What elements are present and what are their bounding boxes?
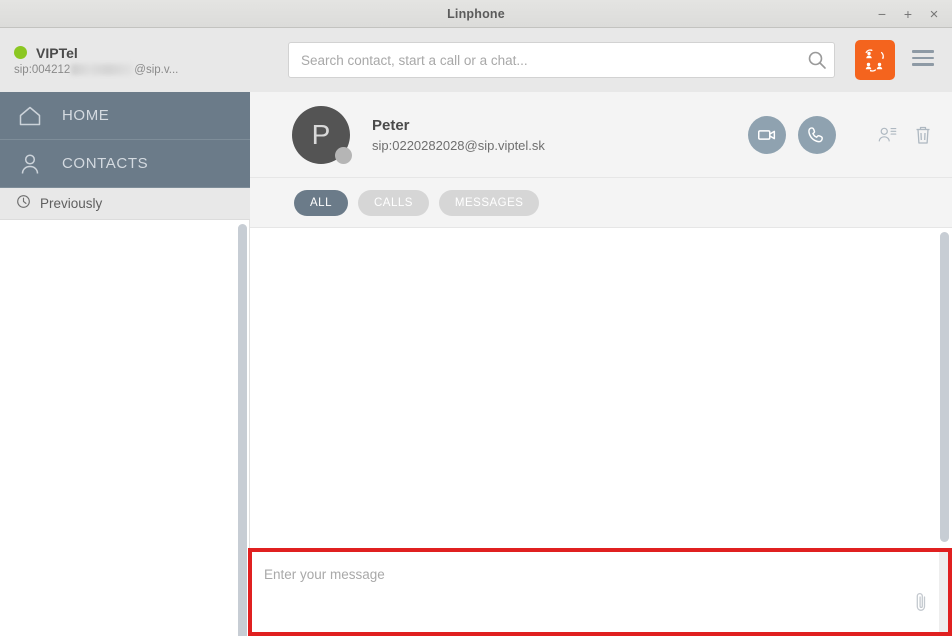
sidebar-item-label: HOME xyxy=(62,107,110,124)
contact-sip-address: sip:0220282028@sip.viptel.sk xyxy=(372,137,545,153)
avatar: P xyxy=(292,105,352,164)
window-title: Linphone xyxy=(447,6,505,21)
filter-tabs: ALL CALLS MESSAGES xyxy=(250,178,952,228)
attach-file-icon[interactable] xyxy=(912,590,930,614)
sidebar-item-label: CONTACTS xyxy=(62,155,149,172)
status-dot-icon xyxy=(14,46,27,59)
close-button[interactable]: × xyxy=(922,2,946,26)
conference-button[interactable] xyxy=(855,40,895,80)
menu-line xyxy=(912,50,934,53)
window-controls: − + × xyxy=(870,0,946,28)
previously-list xyxy=(0,220,250,636)
message-input[interactable] xyxy=(252,552,948,632)
sidebar: HOME CONTACTS Previously xyxy=(0,92,250,636)
contact-header: P Peter sip:0220282028@sip.viptel.sk xyxy=(250,92,952,178)
person-icon xyxy=(16,150,44,178)
tab-messages[interactable]: MESSAGES xyxy=(438,189,540,216)
account-sip-prefix: sip:004212 xyxy=(14,63,71,76)
chat-scrollbar-thumb[interactable] xyxy=(940,232,949,542)
linphone-window: Linphone − + × VIPTel sip:004212 @sip.v..… xyxy=(0,0,952,636)
call-actions xyxy=(748,115,934,154)
secondary-actions xyxy=(876,123,934,147)
sidebar-scrollbar-thumb[interactable] xyxy=(238,224,247,636)
account-sip-suffix: @sip.v... xyxy=(134,63,179,76)
menu-line xyxy=(912,56,934,60)
account-name: VIPTel xyxy=(36,44,78,61)
chat-history xyxy=(250,228,952,546)
account-panel[interactable]: VIPTel sip:004212 @sip.v... xyxy=(0,28,250,92)
search-bar[interactable] xyxy=(288,42,835,78)
message-composer[interactable] xyxy=(252,552,948,632)
search-icon[interactable] xyxy=(800,43,834,77)
search-input[interactable] xyxy=(289,52,800,68)
menu-line xyxy=(912,63,934,66)
audio-call-button[interactable] xyxy=(798,115,836,154)
account-sip-redacted xyxy=(71,64,134,75)
home-icon xyxy=(16,102,44,130)
sidebar-item-home[interactable]: HOME xyxy=(0,92,250,140)
contact-name: Peter xyxy=(372,116,410,134)
title-bar: Linphone − + × xyxy=(0,0,952,28)
minimize-button[interactable]: − xyxy=(870,2,894,26)
message-composer-highlight xyxy=(248,548,952,636)
sidebar-item-contacts[interactable]: CONTACTS xyxy=(0,140,250,188)
delete-history-icon[interactable] xyxy=(912,123,934,147)
previously-header[interactable]: Previously xyxy=(0,188,250,220)
hamburger-menu-icon[interactable] xyxy=(912,46,936,70)
video-call-button[interactable] xyxy=(748,115,786,154)
contact-info: Peter sip:0220282028@sip.viptel.sk xyxy=(372,117,748,153)
account-name-row: VIPTel xyxy=(14,45,250,61)
tab-calls[interactable]: CALLS xyxy=(357,189,429,216)
avatar-status-icon xyxy=(335,146,352,164)
account-sip-address: sip:004212 @sip.v... xyxy=(14,64,250,76)
previously-label: Previously xyxy=(40,196,103,211)
clock-icon xyxy=(16,194,31,214)
contact-details-icon[interactable] xyxy=(876,123,898,147)
tab-all[interactable]: ALL xyxy=(294,189,348,216)
message-scrollbar-track xyxy=(939,552,948,632)
maximize-button[interactable]: + xyxy=(896,2,920,26)
